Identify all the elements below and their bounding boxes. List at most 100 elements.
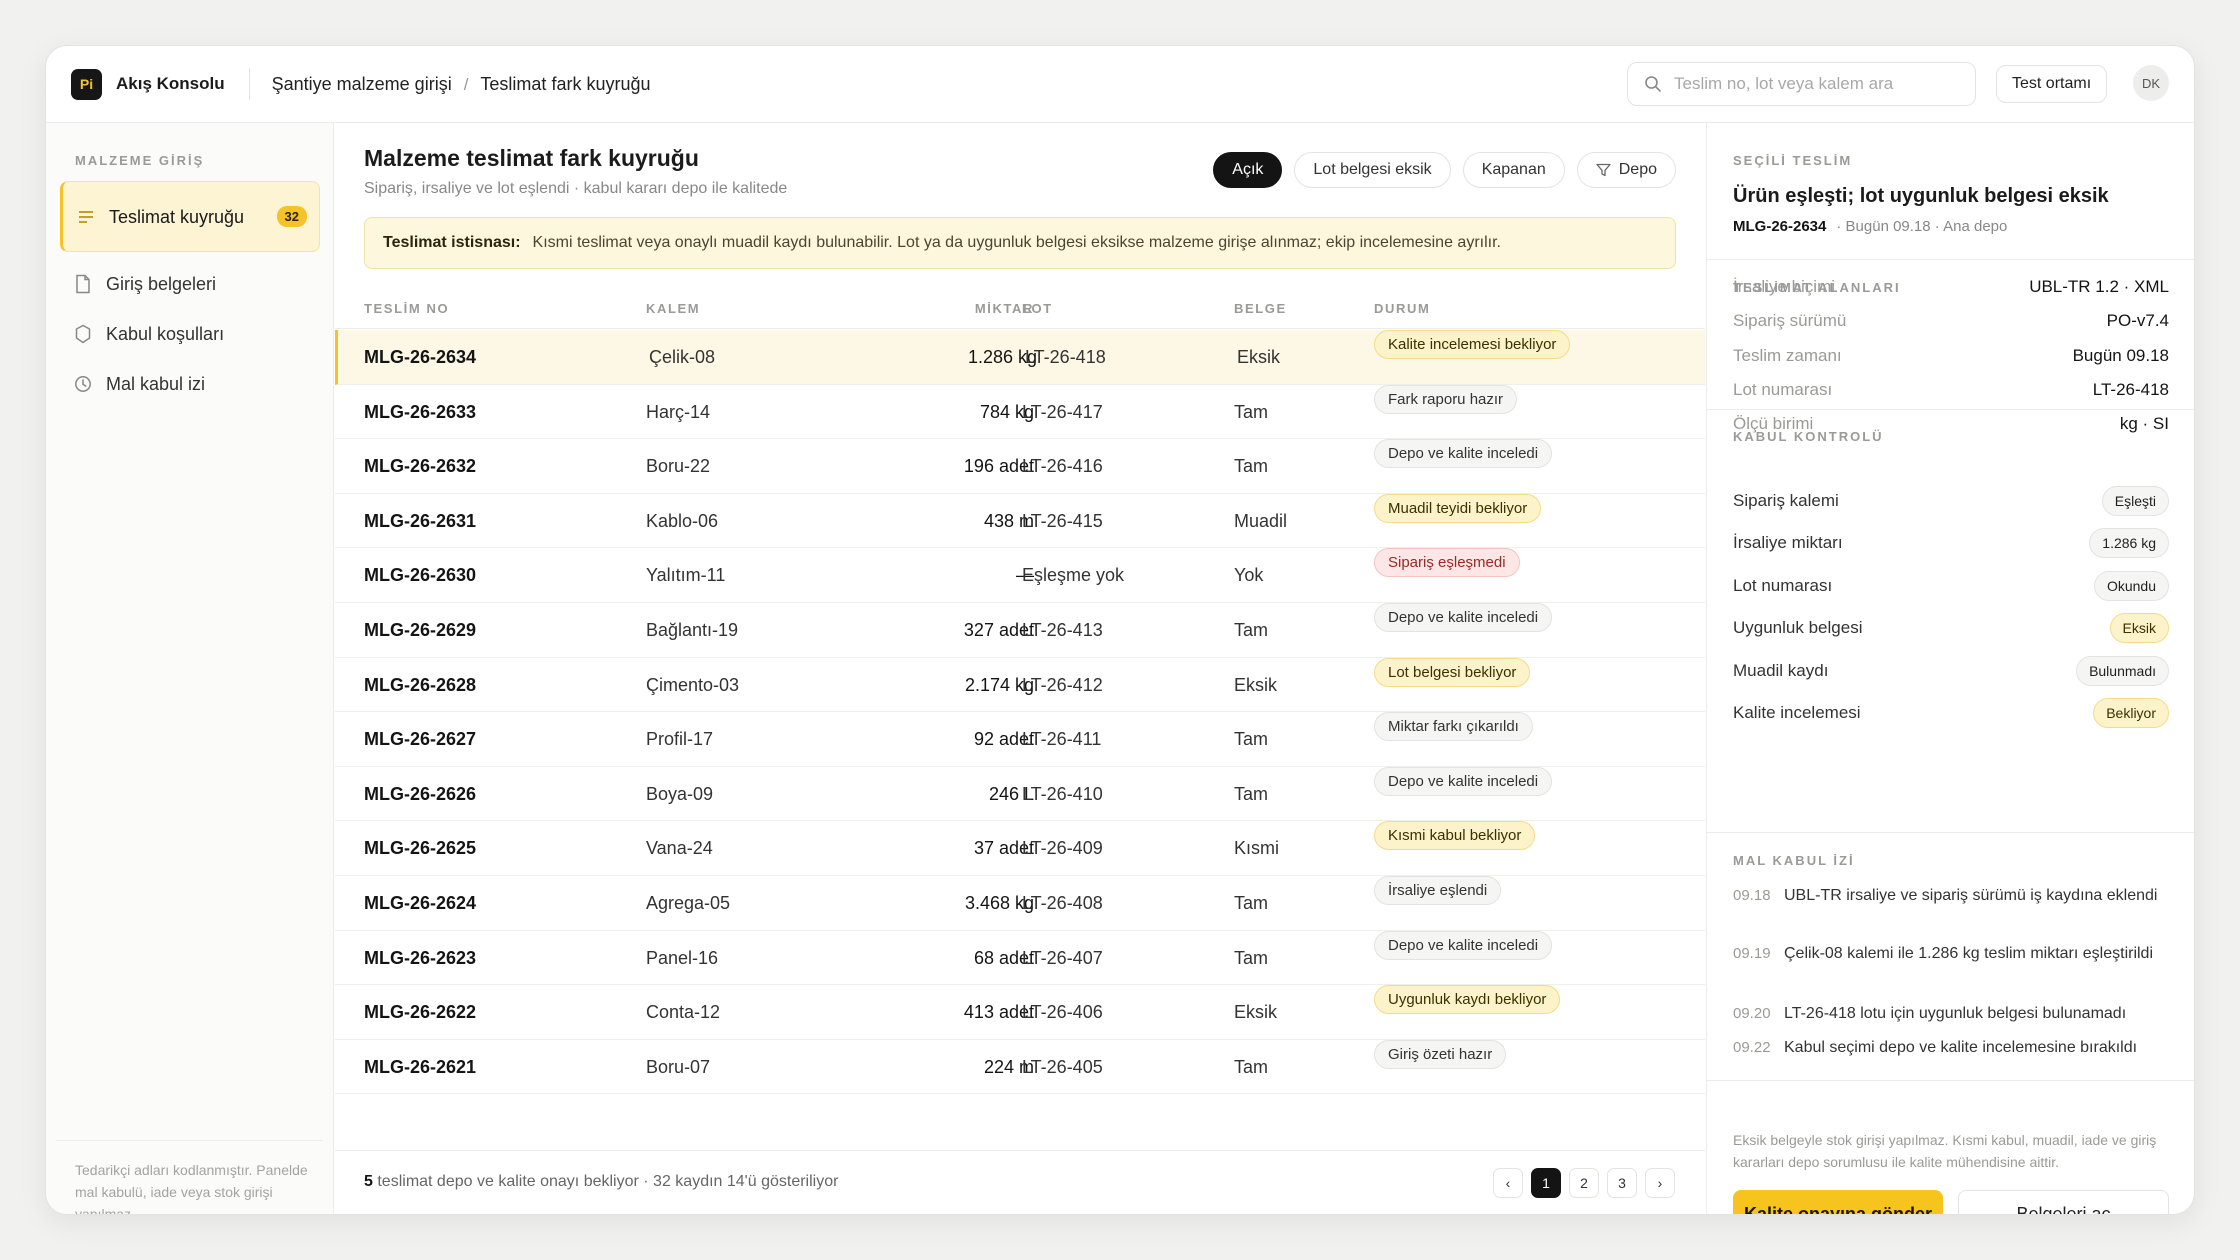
app-title: Akış Konsolu <box>116 74 225 93</box>
item-name: Çelik-08 <box>649 347 716 367</box>
item-name: Boru-07 <box>646 1056 711 1077</box>
table-row[interactable]: MLG-26-2629 Bağlantı-19 327 adet LT-26-413 T… <box>335 603 1705 658</box>
delivery-no: MLG-26-2626 <box>364 783 477 804</box>
column-header[interactable]: DURUM <box>1374 289 1430 329</box>
status-badge: Muadil teyidi bekliyor <box>1374 493 1542 523</box>
divider <box>248 68 250 100</box>
quantity: — <box>1016 565 1034 586</box>
table-row[interactable]: MLG-26-2621 Boru-07 224 m LT-26-405 Tam Giriş… <box>335 1039 1705 1095</box>
pagination: ‹ 1 2 3 › <box>1493 1168 1675 1198</box>
divider <box>1707 259 2194 260</box>
field-label: Lot numarası <box>1733 379 1833 399</box>
lot-number: LT-26-415 <box>1022 510 1103 531</box>
breadcrumb-item-1[interactable]: Şantiye malzeme girişi <box>272 74 452 94</box>
column-header[interactable]: LOT <box>1022 289 1053 329</box>
check-label: Kalite incelemesi <box>1733 703 1861 722</box>
table-row[interactable]: MLG-26-2622 Conta-12 413 adet LT-26-406 Eksi… <box>335 985 1705 1040</box>
filter-open[interactable]: Açık <box>1213 152 1283 188</box>
lot-number: LT-26-406 <box>1022 1002 1103 1023</box>
log-text: Çelik-08 kalemi ile 1.286 kg teslim mikt… <box>1784 945 2154 962</box>
delivery-no: MLG-26-2629 <box>364 620 477 640</box>
delivery-no: MLG-26-2633 <box>364 401 477 422</box>
selected-delivery-id: MLG-26-2634 <box>1733 218 1827 235</box>
table-row[interactable]: MLG-26-2632 Boru-22 196 adet LT-26-416 Tam De… <box>335 439 1705 494</box>
table-row[interactable]: MLG-26-2634 Çelik-08 1.286 kg LT-26-418 Eksi… <box>335 330 1705 385</box>
search-placeholder: Teslim no, lot veya kalem ara <box>1674 74 1894 93</box>
lot-number: LT-26-409 <box>1022 838 1103 859</box>
sidebar-item-entry-documents[interactable]: Giriş belgeleri <box>60 264 320 304</box>
check-status-badge: Bulunmadı <box>2076 655 2169 686</box>
sidebar: MALZEME GİRİŞ Teslimat kuyruğu 32 Giriş … <box>46 123 334 1214</box>
sidebar-item-label: Giriş belgeleri <box>106 274 217 294</box>
document-state: Eksik <box>1234 674 1278 695</box>
status-badge: İrsaliye eşlendi <box>1374 876 1502 905</box>
quantity: 246 L <box>988 783 1034 804</box>
search-icon <box>1645 76 1661 92</box>
next-page-button[interactable]: › <box>1645 1168 1675 1198</box>
page-3-button[interactable]: 3 <box>1607 1168 1637 1198</box>
page-2-button[interactable]: 2 <box>1569 1168 1599 1198</box>
field-row: İrsaliye biçimi UBL-TR 1.2 · XML <box>1733 277 2169 297</box>
table-row[interactable]: MLG-26-2627 Profil-17 92 adet LT-26-411 Tam M… <box>335 712 1705 767</box>
check-label: Uygunluk belgesi <box>1733 618 1863 638</box>
table-row[interactable]: MLG-26-2623 Panel-16 68 adet LT-26-407 Tam De… <box>335 930 1705 986</box>
filter-warehouse-label: Depo <box>1618 161 1657 178</box>
quantity: 784 kg <box>979 401 1034 422</box>
open-documents-button[interactable]: Belgeleri aç <box>1958 1190 2169 1214</box>
log-time: 09.20 <box>1733 1005 1771 1022</box>
table-row[interactable]: MLG-26-2633 Harç-14 784 kg LT-26-417 Tam Fark… <box>335 384 1705 440</box>
checks-heading: KABUL KONTROLÜ <box>1733 429 1884 444</box>
status-badge: Kısmi kabul bekliyor <box>1374 821 1536 851</box>
table-row[interactable]: MLG-26-2626 Boya-09 246 L LT-26-410 Tam Depo … <box>335 766 1705 822</box>
page-1-button[interactable]: 1 <box>1531 1168 1561 1198</box>
app-window: Pi Akış Konsolu Şantiye malzeme girişi / T… <box>45 45 2195 1215</box>
quantity: 196 adet <box>963 456 1034 477</box>
sidebar-item-label: Kabul koşulları <box>106 324 225 344</box>
document-state: Kısmi <box>1234 838 1279 859</box>
sidebar-item-receipt-trail[interactable]: Mal kabul izi <box>60 364 320 404</box>
log-text: LT-26-418 lotu için uygunluk belgesi bul… <box>1784 1005 2127 1022</box>
notice-text: Kısmi teslimat veya onaylı muadil kaydı … <box>532 234 1501 251</box>
table-row[interactable]: MLG-26-2624 Agrega-05 3.468 kg LT-26-408 Tam… <box>335 876 1705 931</box>
item-name: Boya-09 <box>646 783 714 804</box>
column-header[interactable]: TESLİM NO <box>364 289 449 329</box>
table-row[interactable]: MLG-26-2628 Çimento-03 2.174 kg LT-26-412 Ek… <box>335 657 1705 713</box>
filter-warehouse[interactable]: Depo <box>1576 152 1676 188</box>
quantity: 327 adet <box>963 620 1034 640</box>
environment-button[interactable]: Test ortamı <box>1996 65 2108 103</box>
lot-number: LT-26-407 <box>1022 947 1103 968</box>
status-badge: Uygunluk kaydı bekliyor <box>1374 985 1561 1015</box>
document-state: Tam <box>1234 620 1269 640</box>
column-header[interactable]: BELGE <box>1234 289 1287 329</box>
sidebar-item-acceptance-conditions[interactable]: Kabul koşulları <box>60 314 320 354</box>
item-name: Yalıtım-11 <box>646 565 726 586</box>
search-input[interactable]: Teslim no, lot veya kalem ara <box>1627 62 1976 106</box>
prev-page-button[interactable]: ‹ <box>1493 1168 1523 1198</box>
lot-number: LT-26-412 <box>1022 674 1103 695</box>
main-content: Malzeme teslimat fark kuyruğu Sipariş, i… <box>335 123 1705 1214</box>
send-to-quality-button[interactable]: Kalite onayına gönder <box>1733 1190 1943 1214</box>
check-status-badge: Okundu <box>2093 570 2169 601</box>
user-avatar[interactable]: DK <box>2133 65 2169 101</box>
check-row: İrsaliye miktarı 1.286 kg <box>1733 528 2169 559</box>
log-entry: 09.20 LT-26-418 lotu için uygunluk belges… <box>1733 1001 2173 1026</box>
filter-icon <box>1596 163 1611 177</box>
log-text: Kabul seçimi depo ve kalite incelemesine… <box>1784 1039 2138 1056</box>
item-name: Vana-24 <box>646 838 713 859</box>
document-state: Eksik <box>1234 1002 1278 1023</box>
column-header[interactable]: KALEM <box>646 289 700 329</box>
filter-lot-missing[interactable]: Lot belgesi eksik <box>1294 152 1451 188</box>
table-row[interactable]: MLG-26-2631 Kablo-06 438 m LT-26-415 Muadil M… <box>335 493 1705 549</box>
table-row[interactable]: MLG-26-2630 Yalıtım-11 — Eşleşme yok Yok Sipa… <box>335 548 1705 603</box>
status-badge: Miktar farkı çıkarıldı <box>1374 712 1533 742</box>
log-time: 09.22 <box>1733 1039 1771 1056</box>
sidebar-item-delivery-queue[interactable]: Teslimat kuyruğu 32 <box>60 181 320 252</box>
field-row: Lot numarası LT-26-418 <box>1733 380 2169 400</box>
table-row[interactable]: MLG-26-2625 Vana-24 37 adet LT-26-409 Kısmi K… <box>335 821 1705 876</box>
document-state: Tam <box>1234 893 1269 913</box>
document-state: Tam <box>1234 401 1269 422</box>
item-name: Bağlantı-19 <box>646 620 739 640</box>
panel-heading: SEÇİLİ TESLİM <box>1733 153 1853 168</box>
filter-closed[interactable]: Kapanan <box>1462 152 1565 188</box>
column-header[interactable]: MİKTAR <box>905 289 1034 329</box>
